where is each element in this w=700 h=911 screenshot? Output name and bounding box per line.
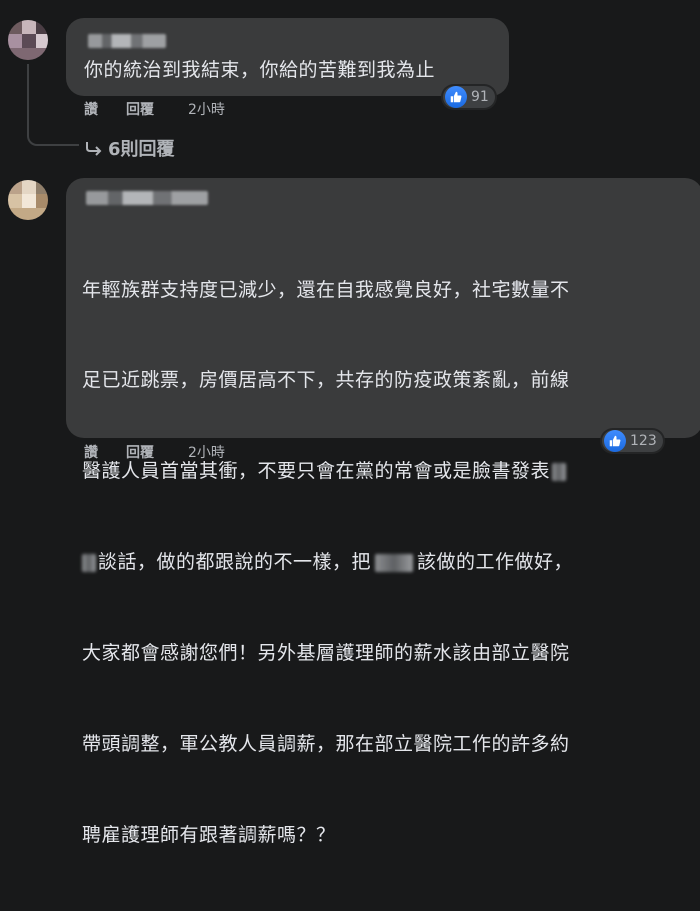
- avatar[interactable]: [8, 20, 48, 60]
- view-replies-label: 6則回覆: [108, 139, 175, 160]
- like-reaction-icon: [445, 86, 467, 108]
- reply-action[interactable]: 回覆: [126, 442, 154, 462]
- reaction-count-badge[interactable]: 123: [602, 430, 663, 452]
- like-action[interactable]: 讚: [84, 442, 98, 462]
- timestamp[interactable]: 2小時: [188, 442, 225, 462]
- like-reaction-icon: [604, 430, 626, 452]
- comment-text: 年輕族群支持度已減少，還在自我感覺良好，社宅數量不 足已近跳票，房價居高不下，共…: [82, 278, 574, 846]
- thread-connector: [27, 64, 79, 146]
- comment-actions: 讚 回覆 2小時: [84, 99, 284, 119]
- comment-actions: 讚 回覆 2小時: [84, 442, 284, 462]
- reaction-count: 123: [630, 433, 657, 449]
- comment-bubble: 年輕族群支持度已減少，還在自我感覺良好，社宅數量不 足已近跳票，房價居高不下，共…: [66, 178, 700, 846]
- redacted-text: [375, 553, 414, 572]
- view-replies-link[interactable]: 6則回覆: [84, 135, 175, 161]
- timestamp[interactable]: 2小時: [188, 99, 225, 119]
- comment-bubble: 你的統治到我結束，你給的苦難到我為止: [66, 18, 509, 96]
- avatar[interactable]: [8, 180, 48, 220]
- reaction-count: 91: [471, 89, 489, 105]
- like-action[interactable]: 讚: [84, 99, 98, 119]
- comment-text: 你的統治到我結束，你給的苦難到我為止: [84, 59, 436, 81]
- reaction-count-badge[interactable]: 91: [443, 86, 495, 108]
- reply-action[interactable]: 回覆: [126, 99, 154, 119]
- commenter-name[interactable]: [88, 34, 166, 48]
- commenter-name[interactable]: [86, 191, 208, 205]
- reply-arrow-icon: [86, 142, 102, 156]
- redacted-text: [552, 462, 567, 481]
- redacted-text: [82, 553, 96, 572]
